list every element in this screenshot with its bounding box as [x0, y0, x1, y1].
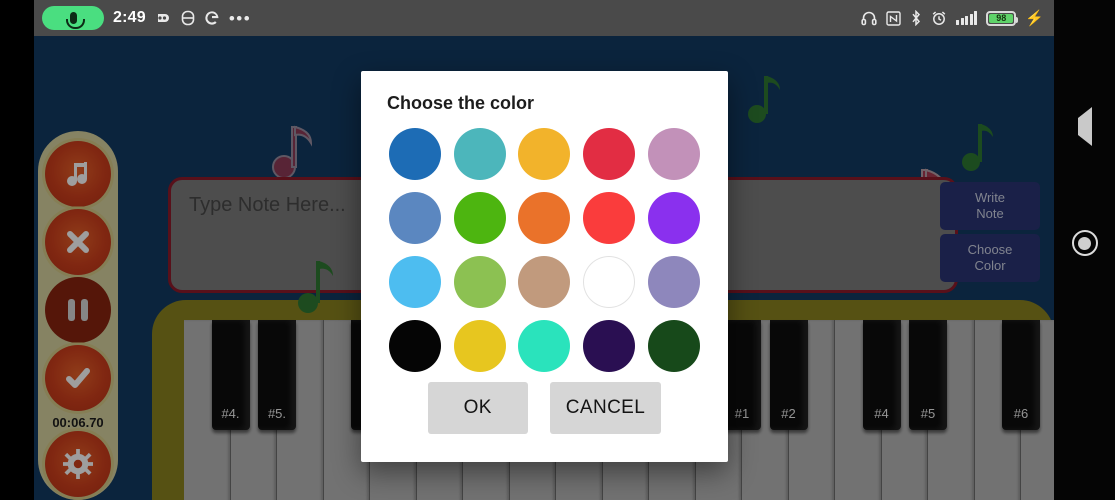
dialog-title: Choose the color: [387, 93, 535, 113]
swatch-tan[interactable]: [518, 256, 571, 308]
status-bar-right: 98 ⚡: [861, 10, 1044, 26]
bluetooth-icon: [910, 10, 922, 26]
device-screen: 00:06.70 Type Note Here... Write Note Ch…: [0, 0, 1115, 500]
home-icon: [1071, 230, 1098, 256]
headset-icon: [861, 10, 877, 26]
swatch-amber[interactable]: [518, 128, 571, 180]
swatch-black[interactable]: [389, 320, 442, 372]
nfc-icon: [886, 10, 902, 26]
swatch-indigo[interactable]: [583, 320, 636, 372]
swatch-lavender[interactable]: [647, 256, 700, 308]
ok-button[interactable]: OK: [427, 382, 528, 434]
swatch-green[interactable]: [453, 192, 506, 244]
swatch-blue[interactable]: [389, 128, 442, 180]
swatch-crimson[interactable]: [583, 128, 636, 180]
swatch-white[interactable]: [583, 256, 636, 308]
swatch-light-green[interactable]: [453, 256, 506, 308]
dialog-actions: OK CANCEL: [361, 382, 728, 462]
swatch-steel-blue[interactable]: [389, 192, 442, 244]
back-button[interactable]: [1077, 107, 1092, 146]
swatch-turquoise[interactable]: [518, 320, 571, 372]
color-picker-dialog: Choose the color OK CANCEL: [361, 71, 728, 462]
alarm-icon: [931, 10, 947, 26]
color-swatch-grid: [361, 114, 728, 382]
status-bar-left: 2:49 •••: [42, 6, 861, 30]
app-icon: [181, 10, 195, 26]
swatch-teal[interactable]: [453, 128, 506, 180]
battery-icon: 98: [986, 10, 1019, 26]
battery-level: 98: [996, 13, 1007, 23]
home-button[interactable]: [1071, 230, 1098, 256]
navigation-bar: [1054, 0, 1115, 500]
left-bezel: [0, 0, 34, 500]
swatch-gold[interactable]: [453, 320, 506, 372]
status-clock: 2:49: [113, 9, 146, 26]
microphone-icon: [65, 12, 85, 29]
cancel-button[interactable]: CANCEL: [549, 382, 662, 434]
signal-icon: [956, 11, 978, 25]
swatch-red[interactable]: [583, 192, 636, 244]
charging-icon: ⚡: [1025, 9, 1044, 27]
status-overflow-icon: •••: [228, 8, 252, 28]
back-icon: [1077, 107, 1092, 146]
swatch-sky-blue[interactable]: [389, 256, 442, 308]
swatch-mauve[interactable]: [647, 128, 700, 180]
swatch-dark-green[interactable]: [647, 320, 700, 372]
swatch-orange[interactable]: [518, 192, 571, 244]
google-icon: [204, 10, 220, 26]
swatch-purple[interactable]: [647, 192, 700, 244]
discord-icon: [155, 11, 172, 25]
microphone-indicator: [42, 6, 104, 30]
status-bar: 2:49 ••• 98 ⚡: [34, 0, 1054, 36]
